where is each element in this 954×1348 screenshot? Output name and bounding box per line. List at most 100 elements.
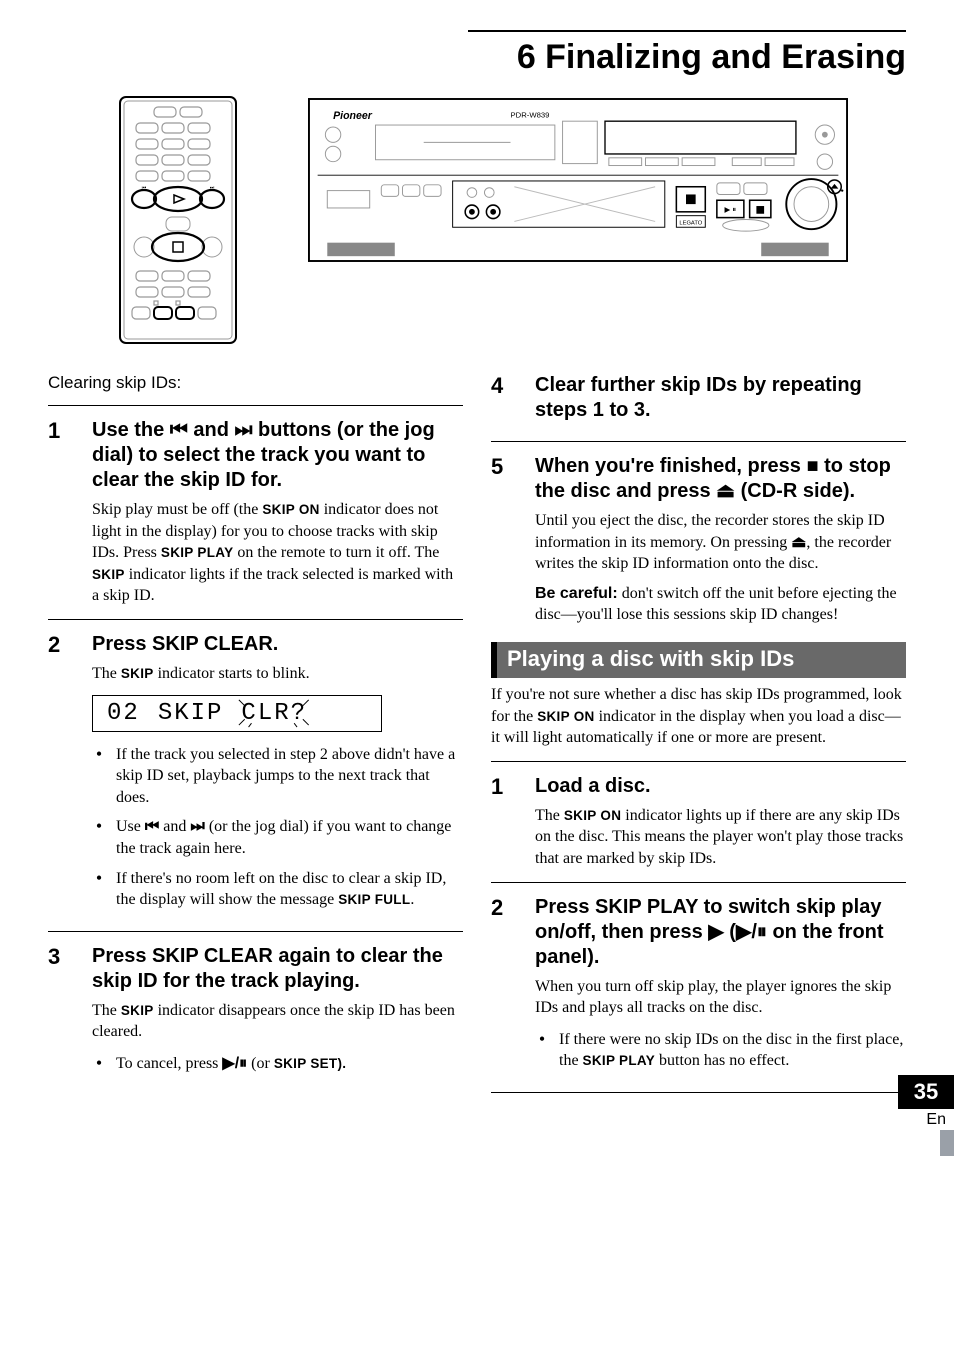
clearing-step-4: 4 Clear further skip IDs by repeating st… — [491, 373, 906, 429]
text: (or — [247, 1055, 274, 1072]
indicator-name: SKIP — [121, 1003, 154, 1018]
indicator-name: SKIP ON — [564, 808, 621, 823]
indicator-name: SKIP — [92, 567, 125, 582]
separator — [491, 1092, 906, 1093]
chapter-title: 6 Finalizing and Erasing — [48, 38, 906, 77]
svg-text:Pioneer: Pioneer — [333, 110, 373, 122]
warning-text: Be careful: don't switch off the unit be… — [535, 583, 906, 626]
cd-recorder-diagram: Pioneer PDR-W839 LEGATO — [308, 95, 848, 265]
step-heading: Press SKIP CLEAR again to clear the skip… — [92, 944, 463, 994]
step-number: 2 — [491, 895, 513, 1080]
bullet-text: If there's no room left on the disc to c… — [116, 868, 463, 911]
text: (CD-R side). — [735, 480, 855, 502]
text: The — [535, 807, 564, 824]
text: The — [92, 1002, 121, 1019]
svg-text:⏭: ⏭ — [210, 185, 215, 191]
separator — [48, 405, 463, 406]
clearing-step-1: 1 Use the ⏮ and ⏭ buttons (or the jog di… — [48, 418, 463, 607]
display-track: 02 — [107, 700, 140, 727]
step-heading: Press SKIP PLAY to switch skip play on/o… — [535, 895, 906, 970]
step-body-text: The SKIP indicator starts to blink. — [92, 663, 463, 685]
next-track-icon: ⏭ — [234, 419, 252, 441]
bullet-dot: • — [92, 744, 106, 809]
bullet-dot: • — [535, 1029, 549, 1072]
play-pause-icon: ▶/⏸ — [736, 921, 767, 943]
text: When you're finished, press — [535, 455, 806, 477]
thumb-tab — [940, 1130, 954, 1156]
separator — [48, 931, 463, 932]
lcd-display: 02 SKIP CLR? — [92, 695, 382, 732]
text: Skip play must be off (the — [92, 501, 262, 518]
step-number: 3 — [48, 944, 70, 1083]
bullet: • To cancel, press ▶/⏸ (or SKIP SET). — [92, 1053, 463, 1075]
step-heading: Load a disc. — [535, 774, 906, 799]
step-number: 1 — [48, 418, 70, 607]
page-language: En — [898, 1109, 954, 1129]
display-clr: CLR? — [241, 700, 307, 727]
left-column: Clearing skip IDs: 1 Use the ⏮ and ⏭ but… — [48, 373, 463, 1105]
button-name: SKIP PLAY — [161, 545, 233, 560]
step-heading: Use the ⏮ and ⏭ buttons (or the jog dial… — [92, 418, 463, 493]
page-number-badge: 35 En — [898, 1075, 954, 1129]
clearing-step-2: 2 Press SKIP CLEAR. The SKIP indicator s… — [48, 632, 463, 919]
indicator-name: SKIP ON — [262, 502, 319, 517]
bullet-text: If the track you selected in step 2 abov… — [116, 744, 463, 809]
bullet-dot: • — [92, 868, 106, 911]
step-number: 2 — [48, 632, 70, 919]
eject-icon: ⏏ — [716, 480, 735, 502]
stop-icon: ■ — [806, 455, 818, 477]
step-body-text: Skip play must be off (the SKIP ON indic… — [92, 499, 463, 607]
separator — [491, 441, 906, 442]
text: ( — [724, 921, 736, 943]
text: on the remote to turn it off. The — [233, 544, 439, 561]
device-diagrams: ⏮ ⏭ Pioneer PDR-W839 — [118, 95, 906, 345]
bullet: • Use ⏮ and ⏭ (or the jog dial) if you w… — [92, 816, 463, 859]
separator — [48, 619, 463, 620]
bullet-dot: • — [92, 1053, 106, 1075]
prev-track-icon: ⏮ — [170, 419, 188, 441]
indicator-name: SKIP ON — [537, 709, 594, 724]
text: To cancel, press — [116, 1055, 222, 1072]
clearing-intro: Clearing skip IDs: — [48, 373, 463, 393]
step-body-text: The SKIP ON indicator lights up if there… — [535, 805, 906, 870]
text: Use — [116, 818, 145, 835]
clearing-step-5: 5 When you're finished, press ■ to stop … — [491, 454, 906, 626]
bullet: • If there's no room left on the disc to… — [92, 868, 463, 911]
next-track-icon: ⏭ — [190, 818, 204, 835]
step-number: 5 — [491, 454, 513, 626]
play-step-2: 2 Press SKIP PLAY to switch skip play on… — [491, 895, 906, 1080]
bullet-text: If there were no skip IDs on the disc in… — [559, 1029, 906, 1072]
step-body-text: When you turn off skip play, the player … — [535, 976, 906, 1019]
text: and — [159, 818, 190, 835]
text: The — [92, 665, 121, 682]
svg-text:▶ ⏸: ▶ ⏸ — [725, 205, 737, 214]
bullet-text: Use ⏮ and ⏭ (or the jog dial) if you wan… — [116, 816, 463, 859]
step-heading: Press SKIP CLEAR. — [92, 632, 463, 657]
eject-icon: ⏏ — [791, 534, 806, 551]
header-rule — [468, 30, 906, 32]
bullet: • If there were no skip IDs on the disc … — [535, 1029, 906, 1072]
step-heading: When you're finished, press ■ to stop th… — [535, 454, 906, 504]
svg-text:LEGATO: LEGATO — [679, 220, 702, 226]
separator — [491, 882, 906, 883]
text: Use the — [92, 419, 170, 441]
step-heading: Clear further skip IDs by repeating step… — [535, 373, 906, 423]
step-number: 1 — [491, 774, 513, 870]
text: and — [188, 419, 235, 441]
page-number: 35 — [898, 1075, 954, 1109]
text: ). — [337, 1056, 346, 1071]
section-heading: Playing a disc with skip IDs — [491, 642, 906, 678]
text: . — [410, 891, 414, 908]
remote-control-diagram: ⏮ ⏭ — [118, 95, 238, 345]
warning-label: Be careful: — [535, 585, 618, 602]
clearing-step-3: 3 Press SKIP CLEAR again to clear the sk… — [48, 944, 463, 1083]
section-intro: If you're not sure whether a disc has sk… — [491, 684, 906, 749]
text: indicator starts to blink. — [154, 665, 310, 682]
text: indicator lights if the track selected i… — [92, 566, 453, 605]
svg-text:PDR-W839: PDR-W839 — [511, 110, 550, 119]
separator — [491, 761, 906, 762]
bullet: • If the track you selected in step 2 ab… — [92, 744, 463, 809]
prev-track-icon: ⏮ — [145, 818, 159, 835]
indicator-name: SKIP — [121, 666, 154, 681]
play-icon: ▶ — [708, 921, 723, 943]
